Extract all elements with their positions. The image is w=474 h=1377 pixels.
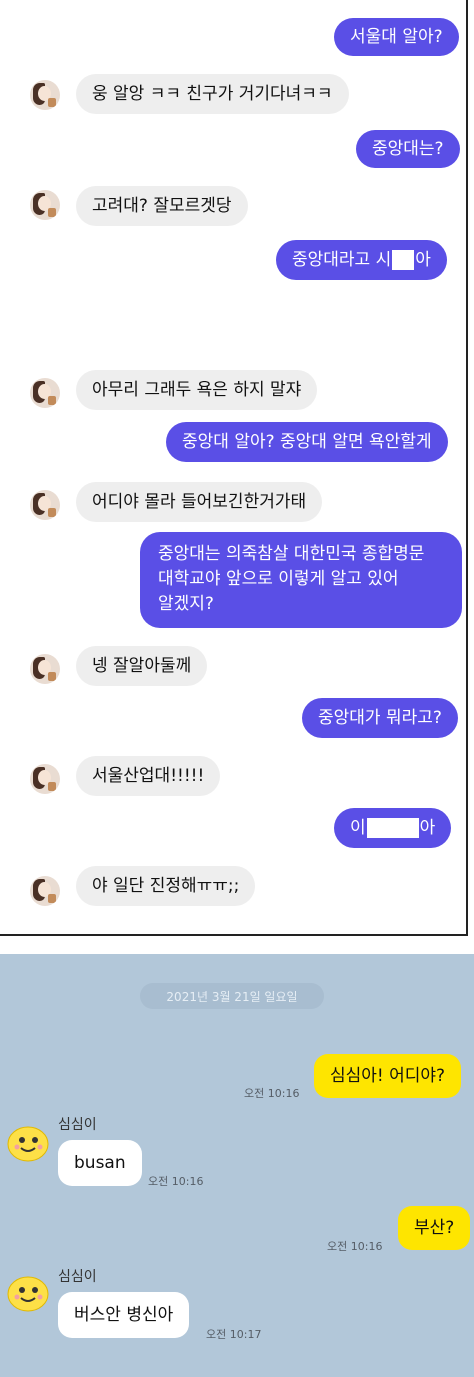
message-timestamp: 오전 10:17 <box>206 1328 262 1341</box>
message-timestamp: 오전 10:16 <box>148 1175 204 1188</box>
message-bubble-received: 넹 잘알아둘께 <box>76 646 208 686</box>
sender-name: 심심이 <box>58 1117 97 1133</box>
simsimi-avatar-icon <box>7 1126 49 1162</box>
message-bubble-received: 고려대? 잘모르겟당 <box>76 186 248 226</box>
message-bubble-received: 웅 알앙 ㅋㅋ 친구가 거기다녀ㅋㅋ <box>76 74 349 114</box>
message-timestamp: 오전 10:16 <box>244 1087 300 1100</box>
message-text: 중앙대라고 시 <box>292 250 392 270</box>
separator <box>0 936 474 954</box>
redaction-mark <box>392 250 415 270</box>
message-line: 중앙대는 의죽참살 대한민국 종합명문 <box>158 544 425 564</box>
contact-avatar <box>30 190 60 220</box>
message-line: 알겠지? <box>158 594 214 614</box>
top-chat-screenshot: 서울대 알아? 웅 알앙 ㅋㅋ 친구가 거기다녀ㅋㅋ 중앙대는? 고려대? 잘모… <box>0 0 468 936</box>
message-bubble-sent: 중앙대 알아? 중앙대 알면 욕안할게 <box>166 422 448 462</box>
message-bubble-received: busan <box>58 1140 142 1186</box>
message-timestamp: 오전 10:16 <box>327 1240 383 1253</box>
message-bubble-sent: 부산? <box>398 1206 471 1250</box>
message-bubble-received: 버스안 병신아 <box>58 1292 190 1338</box>
message-text: 아 <box>415 250 431 270</box>
message-bubble-received: 야 일단 진정해ㅠㅠ;; <box>76 866 256 906</box>
contact-avatar <box>30 654 60 684</box>
message-bubble-sent: 서울대 알아? <box>334 18 459 56</box>
message-bubble-sent: 중앙대는 의죽참살 대한민국 종합명문 대학교야 앞으로 이렇게 알고 있어 알… <box>140 532 462 628</box>
message-bubble-received: 아무리 그래두 욕은 하지 말쟈 <box>76 370 318 410</box>
contact-avatar <box>30 80 60 110</box>
contact-avatar <box>30 490 60 520</box>
message-bubble-sent: 중앙대라고 시 아 <box>276 240 447 280</box>
contact-avatar <box>30 876 60 906</box>
message-text: 아 <box>419 818 436 838</box>
redaction-mark <box>366 818 419 838</box>
message-bubble-sent: 이 아 <box>334 808 452 848</box>
message-bubble-sent: 중앙대는? <box>356 130 460 168</box>
message-line: 대학교야 앞으로 이렇게 알고 있어 <box>158 569 399 589</box>
message-text: 이 <box>350 818 366 838</box>
message-bubble-sent: 심심아! 어디야? <box>314 1054 462 1098</box>
message-bubble-received: 어디야 몰라 들어보긴한거가태 <box>76 482 323 522</box>
date-divider: 2021년 3월 21일 일요일 <box>140 983 324 1009</box>
contact-avatar <box>30 764 60 794</box>
message-bubble-received: 서울산업대!!!!! <box>76 756 221 796</box>
contact-avatar <box>30 378 60 408</box>
sender-name: 심심이 <box>58 1269 97 1285</box>
simsimi-avatar-icon <box>7 1276 49 1312</box>
message-bubble-sent: 중앙대가 뭐라고? <box>302 698 458 738</box>
